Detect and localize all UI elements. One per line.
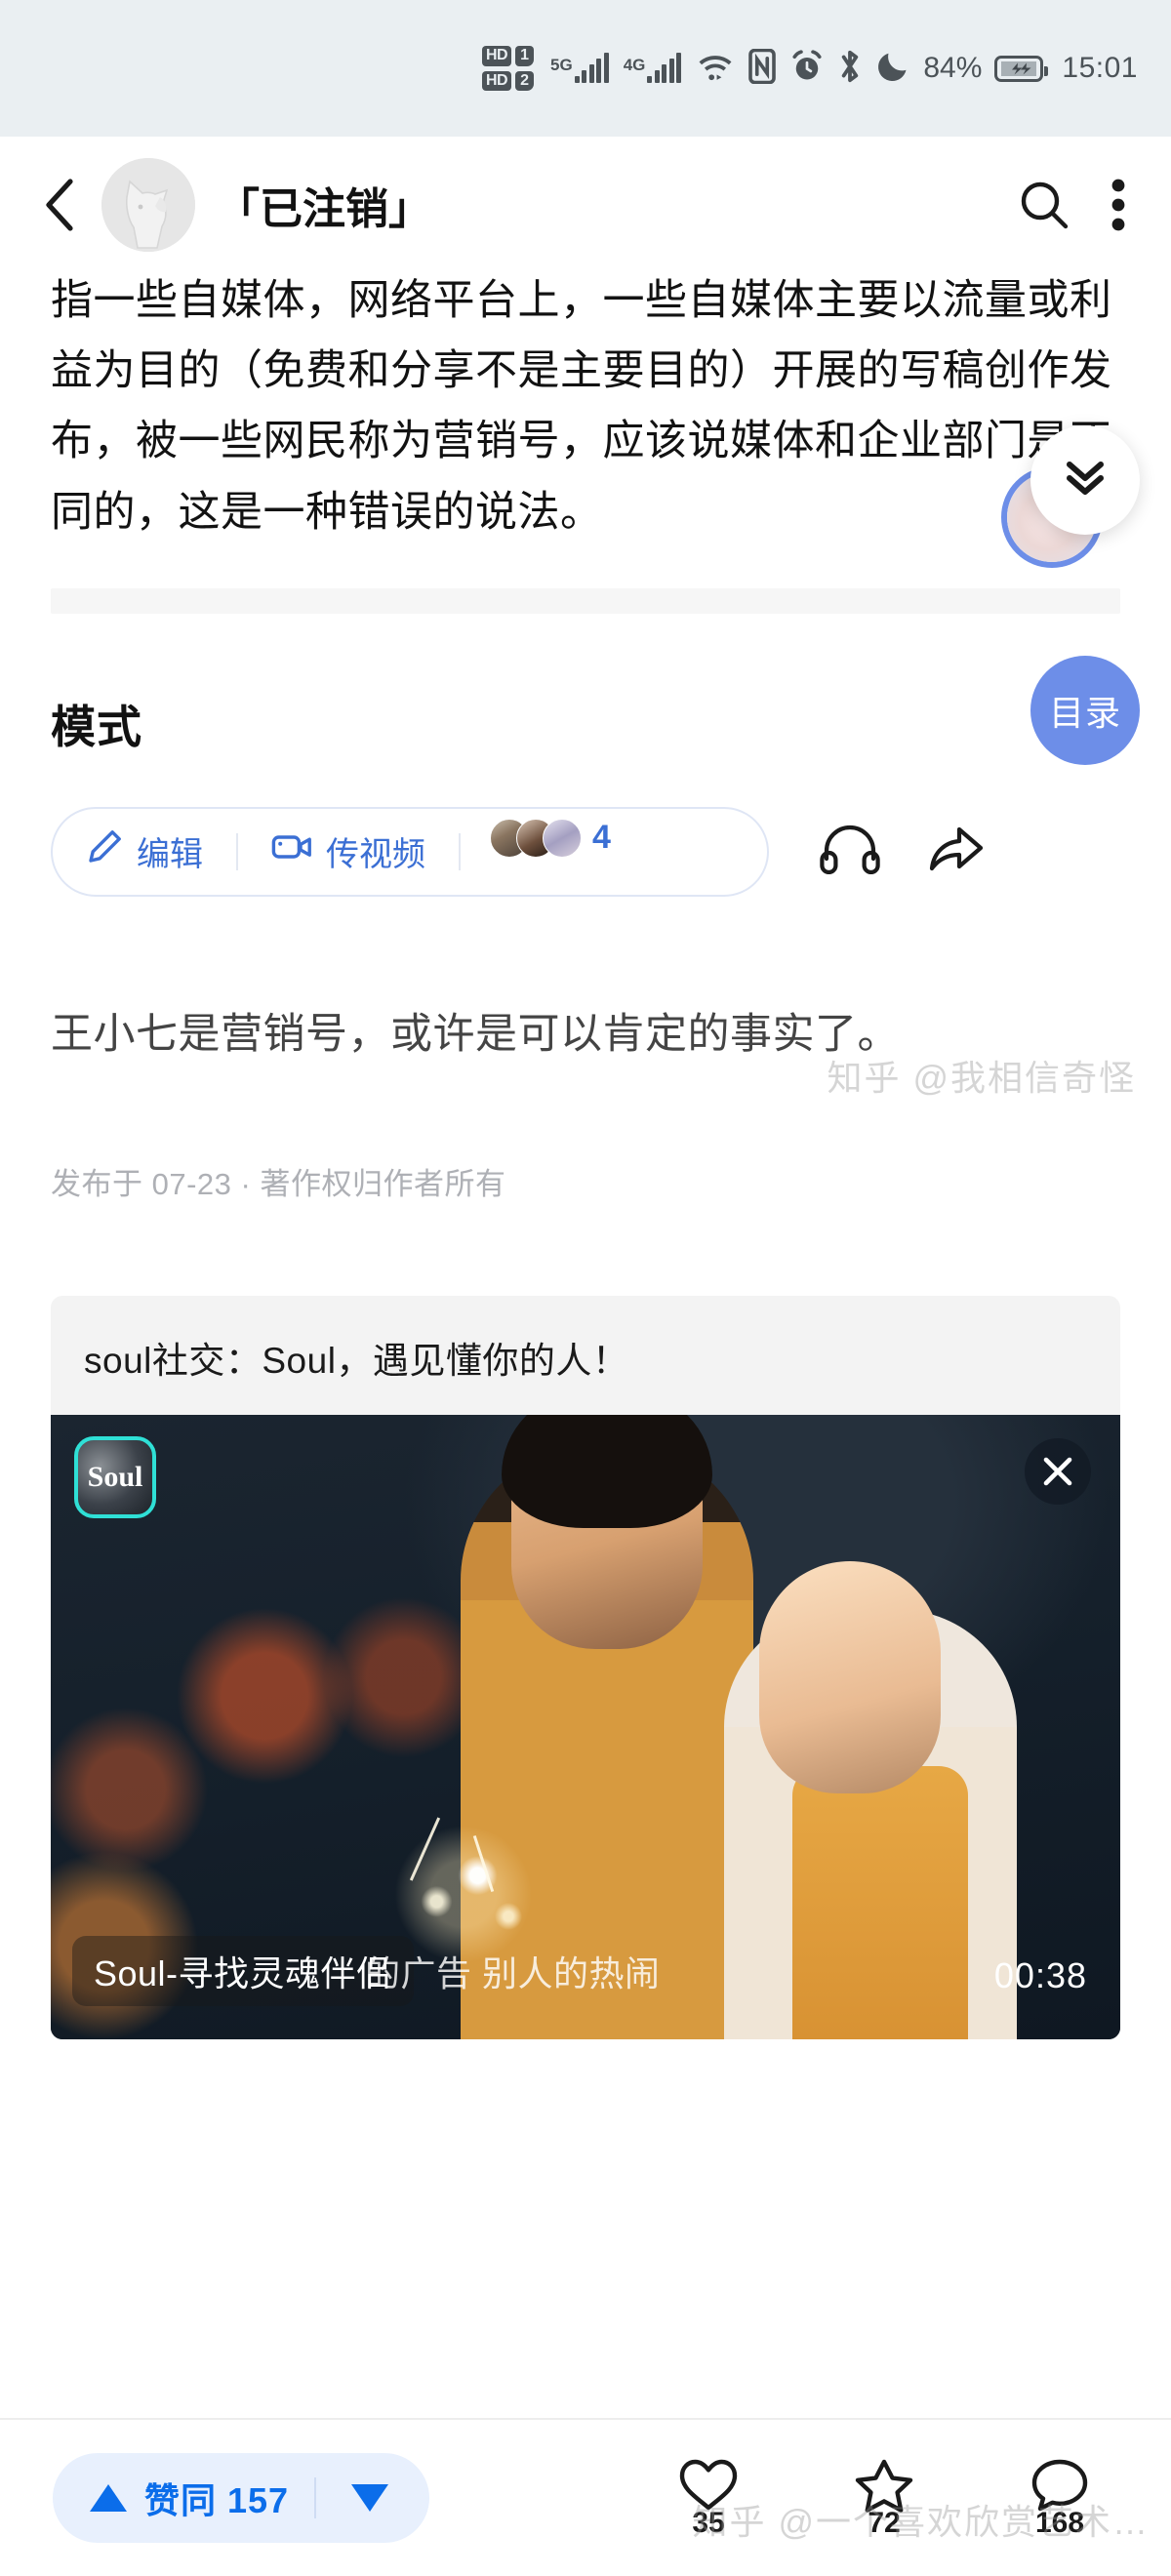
article-side-actions <box>820 822 986 881</box>
section-title: 模式 <box>51 701 142 752</box>
nfc-icon <box>747 48 777 89</box>
bottom-action-bar: 赞同 157 35 72 168 <box>0 2418 1171 2576</box>
more-vertical-icon[interactable] <box>1099 176 1138 234</box>
signal-4g: 4G <box>623 53 682 83</box>
catalog-button[interactable]: 目录 <box>1030 656 1140 765</box>
video-figure-male-hair <box>502 1414 712 1528</box>
sim1-badge: 1 <box>515 46 534 66</box>
page-title: 「已注销」 <box>217 185 431 233</box>
video-caption: Soul-寻找灵魂伴侣 的广告 别人的热闹 <box>72 1935 660 2006</box>
pill-separator <box>459 832 461 870</box>
article-body: 指一些自媒体，网络平台上，一些自媒体主要以流量或利益为目的（免费和分享不是主要目… <box>0 265 1171 1203</box>
sim2-badge: 2 <box>515 70 534 91</box>
collapse-button[interactable] <box>1030 425 1140 535</box>
battery-percent: 84% <box>923 52 983 84</box>
article-action-row: 编辑 传视频 4 <box>51 806 1120 897</box>
video-caption-overlap-text: 的广告 别人的热闹 <box>365 1952 661 1993</box>
video-duration: 00:38 <box>993 1954 1087 1995</box>
status-bar: HD 1 HD 2 5G 4G 84% 15:01 <box>0 0 1171 137</box>
section-header: 模式 <box>51 692 1120 756</box>
do-not-disturb-moon-icon <box>875 49 910 89</box>
upload-video-label: 传视频 <box>326 836 425 874</box>
status-clock: 15:01 <box>1062 52 1138 84</box>
ad-video-player[interactable]: Soul Soul-寻找灵魂伴侣 的广告 别人的热闹 00:38 <box>51 1414 1120 2039</box>
ad-card[interactable]: soul社交：Soul，遇见懂你的人！ Soul Soul-寻找灵魂伴侣 的广告… <box>51 1295 1120 2039</box>
favorite-button[interactable]: 72 <box>826 2457 943 2540</box>
hd2-badge: HD <box>481 70 512 91</box>
upload-video-button[interactable]: 传视频 <box>238 827 459 875</box>
back-button[interactable] <box>33 178 88 232</box>
signal-5g: 5G <box>550 53 609 83</box>
downvote-button[interactable] <box>316 2484 424 2512</box>
battery-charging-icon <box>994 55 1049 82</box>
signal-bars-icon <box>574 53 609 83</box>
section-divider <box>51 587 1120 614</box>
bluetooth-icon <box>837 48 863 90</box>
like-count: 35 <box>692 2506 725 2539</box>
catalog-label: 目录 <box>1048 693 1121 733</box>
wifi-icon <box>696 51 735 87</box>
video-figure-female-head <box>759 1560 941 1793</box>
comment-count: 168 <box>1034 2506 1085 2539</box>
signal-bars-icon <box>647 53 682 83</box>
like-button[interactable]: 35 <box>650 2457 767 2540</box>
navigation-bar: 「已注销」 <box>0 137 1171 273</box>
comment-button[interactable]: 168 <box>1001 2457 1118 2540</box>
avatar[interactable] <box>101 158 195 252</box>
video-figure-female-apron <box>792 1765 968 2039</box>
video-caption-text: Soul-寻找灵魂伴侣 <box>94 1952 392 1993</box>
favorite-count: 72 <box>868 2506 901 2539</box>
alarm-icon <box>789 49 825 89</box>
soul-logo: Soul <box>74 1435 156 1518</box>
hd1-badge: HD <box>481 46 512 66</box>
network-type-5g: 5G <box>550 56 573 74</box>
network-type-4g: 4G <box>623 56 646 74</box>
dual-sim-indicator: HD 1 HD 2 <box>481 46 534 91</box>
article-paragraph-top: 指一些自媒体，网络平台上，一些自媒体主要以流量或利益为目的（免费和分享不是主要目… <box>51 277 1112 536</box>
publish-info: 发布于 07-23 · 著作权归作者所有 <box>51 1166 506 1201</box>
video-camera-icon <box>271 830 312 872</box>
pencil-icon <box>86 828 123 874</box>
article-paragraph-main: 王小七是营销号，或许是可以肯定的事实了。 <box>51 1010 900 1058</box>
double-chevron-down-icon <box>1062 457 1109 504</box>
status-bar-icons: HD 1 HD 2 5G 4G 84% 15:01 <box>481 46 1138 91</box>
contributor-count: 4 <box>592 819 611 857</box>
phone-screen: HD 1 HD 2 5G 4G 84% 15:01 「已注销」 指一些自媒体，网… <box>0 0 1171 2576</box>
close-icon[interactable] <box>1025 1437 1091 1505</box>
headphones-icon[interactable] <box>820 824 880 879</box>
soul-logo-text: Soul <box>87 1460 143 1493</box>
triangle-up-icon <box>90 2484 127 2512</box>
search-icon[interactable] <box>1015 176 1073 234</box>
vote-pill: 赞同 157 <box>53 2453 430 2543</box>
triangle-down-icon <box>351 2484 389 2512</box>
edit-button[interactable]: 编辑 <box>53 827 236 875</box>
contribute-pill: 编辑 传视频 4 <box>51 806 769 897</box>
ad-title: soul社交：Soul，遇见懂你的人！ <box>84 1340 629 1381</box>
contributor-avatar <box>543 818 582 858</box>
upvote-button[interactable]: 赞同 157 <box>59 2473 314 2523</box>
share-arrow-icon[interactable] <box>927 822 986 881</box>
upvote-label: 赞同 157 <box>144 2480 290 2520</box>
edit-label: 编辑 <box>137 836 203 874</box>
contributor-avatars[interactable]: 4 <box>490 818 611 858</box>
